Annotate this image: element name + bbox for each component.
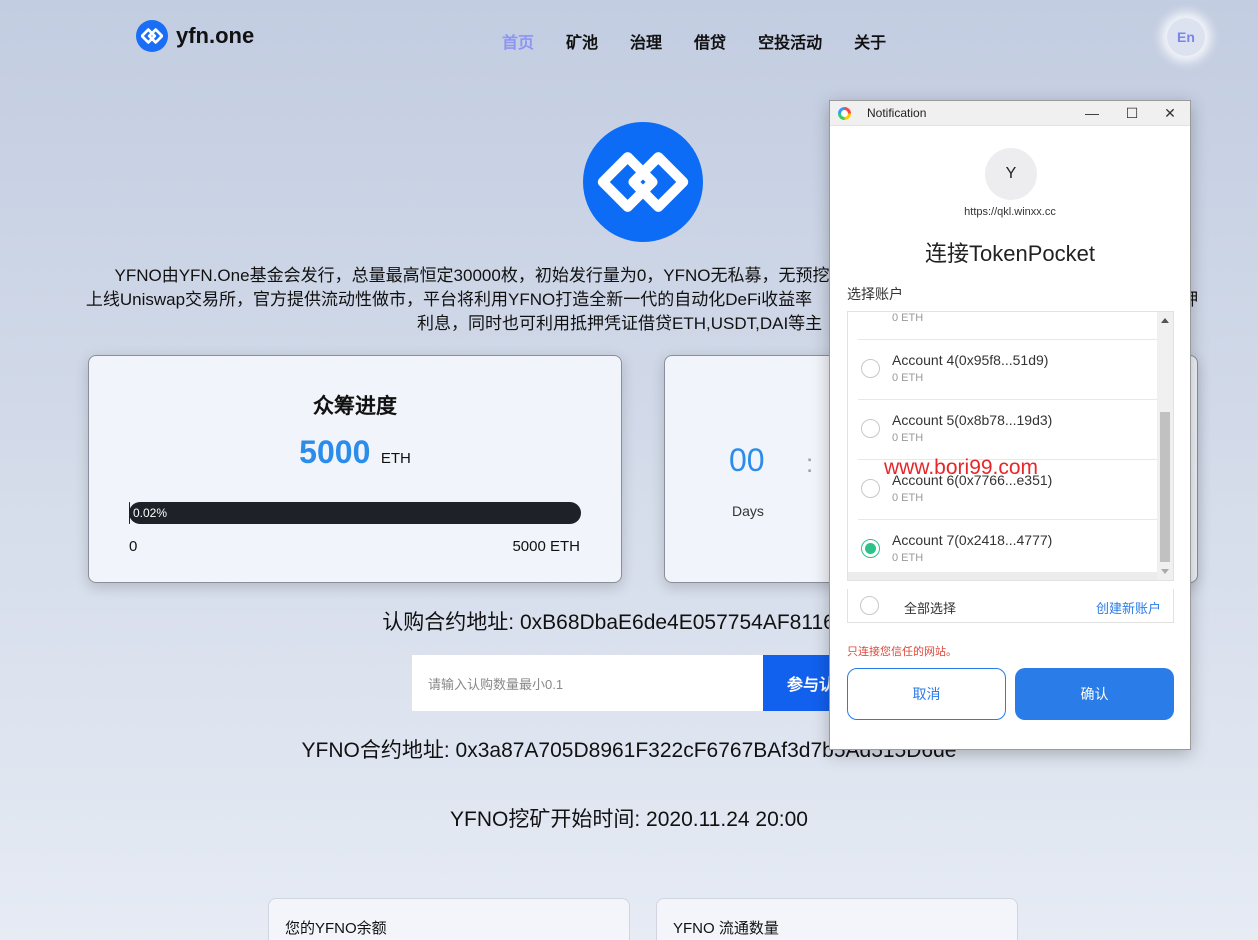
account-item-5[interactable]: Account 5(0x8b78...19d3) 0 ETH bbox=[858, 400, 1158, 460]
scroll-up-icon[interactable] bbox=[1161, 318, 1169, 323]
minimize-icon[interactable]: — bbox=[1077, 103, 1107, 123]
raise-amount: 5000 ETH bbox=[89, 434, 621, 471]
account-item-7[interactable]: Account 7(0x2418...4777) 0 ETH bbox=[858, 520, 1158, 580]
mining-start-time: YFNO挖矿开始时间: 2020.11.24 20:00 bbox=[450, 808, 808, 831]
site-url: https://qkl.winxx.cc bbox=[964, 206, 1056, 218]
raise-amount-value: 5000 bbox=[299, 434, 371, 470]
select-all-label[interactable]: 全部选择 bbox=[904, 598, 956, 617]
site-logo[interactable]: yfn.one bbox=[136, 20, 254, 52]
language-button[interactable]: En bbox=[1167, 18, 1205, 56]
countdown-days-value: 00 bbox=[729, 442, 765, 478]
account-item-4[interactable]: Account 4(0x95f8...51d9) 0 ETH bbox=[858, 340, 1158, 400]
subscribe-amount-input[interactable]: 请输入认购数量最小0.1 bbox=[412, 655, 764, 711]
nav-link-about[interactable]: 关于 bbox=[854, 29, 886, 53]
circulation-card-title: YFNO 流通数量 bbox=[673, 920, 779, 937]
account-balance: 0 ETH bbox=[892, 432, 924, 444]
notification-window: Notification — ☐ ✕ Y https://qkl.winxx.c… bbox=[829, 100, 1191, 750]
intro-line-2: 上线Uniswap交易所，官方提供流动性做市，平台将利用YFNO打造全新一代的自… bbox=[85, 290, 813, 309]
cancel-button[interactable]: 取消 bbox=[847, 668, 1006, 720]
account-name: Account 5(0x8b78...19d3) bbox=[892, 412, 1053, 428]
account-radio-selected[interactable] bbox=[861, 539, 880, 558]
trust-warning: 只连接您信任的网站。 bbox=[847, 646, 957, 658]
account-list[interactable]: 0 ETH Account 4(0x95f8...51d9) 0 ETH Acc… bbox=[847, 311, 1174, 581]
account-radio[interactable] bbox=[861, 359, 880, 378]
balance-card-title: 您的YFNO余额 bbox=[285, 920, 387, 937]
logo-mark-icon bbox=[136, 20, 168, 52]
nav-link-governance[interactable]: 治理 bbox=[630, 29, 662, 53]
close-icon[interactable]: ✕ bbox=[1155, 103, 1185, 123]
scrollbar-thumb[interactable] bbox=[1160, 412, 1170, 562]
intro-line-1: YFNO由YFN.One基金会发行，总量最高恒定30000枚，初始发行量为0，Y… bbox=[114, 266, 830, 285]
window-title: Notification bbox=[867, 106, 927, 120]
select-all-row: 全部选择 创建新账户 bbox=[847, 589, 1174, 623]
raise-range-min: 0 bbox=[129, 538, 138, 555]
account-balance: 0 ETH bbox=[892, 492, 924, 504]
scroll-down-icon[interactable] bbox=[1161, 569, 1169, 574]
raise-progress-bar: 0.02% bbox=[129, 502, 581, 524]
raise-progress-card: 众筹进度 5000 ETH 0.02% 0 5000 ETH bbox=[88, 355, 622, 583]
countdown-days-label: Days bbox=[732, 503, 764, 519]
raise-title: 众筹进度 bbox=[313, 395, 397, 418]
nav-link-airdrop[interactable]: 空投活动 bbox=[758, 29, 822, 53]
connect-title: 连接TokenPocket bbox=[925, 241, 1095, 266]
nav-links: 首页 矿池 治理 借贷 空投活动 关于 bbox=[502, 29, 918, 53]
account-radio[interactable] bbox=[861, 479, 880, 498]
raise-amount-unit: ETH bbox=[380, 450, 411, 467]
raise-range-max: 5000 ETH bbox=[512, 538, 580, 555]
list-footer bbox=[848, 572, 1158, 580]
account-name: Account 7(0x2418...4777) bbox=[892, 532, 1053, 548]
account-balance: 0 ETH bbox=[892, 312, 924, 324]
confirm-button[interactable]: 确认 bbox=[1015, 668, 1174, 720]
intro-line-3: 利息，同时也可利用抵押凭证借贷ETH,USDT,DAI等主 bbox=[417, 314, 823, 333]
top-nav: yfn.one 首页 矿池 治理 借贷 空投活动 关于 En bbox=[0, 0, 1258, 78]
account-list-scrollbar[interactable] bbox=[1157, 312, 1173, 580]
app-icon bbox=[838, 107, 851, 120]
logo-text: yfn.one bbox=[176, 23, 255, 48]
select-account-label: 选择账户 bbox=[847, 286, 903, 302]
account-item-partial[interactable]: 0 ETH bbox=[858, 312, 1158, 340]
nav-link-pool[interactable]: 矿池 bbox=[566, 29, 598, 53]
watermark-text: www.bori99.com bbox=[884, 456, 1039, 479]
account-balance: 0 ETH bbox=[892, 552, 924, 564]
account-radio[interactable] bbox=[861, 419, 880, 438]
account-balance: 0 ETH bbox=[892, 372, 924, 384]
nav-link-lending[interactable]: 借贷 bbox=[694, 29, 726, 53]
site-avatar: Y bbox=[985, 148, 1037, 200]
select-all-radio[interactable] bbox=[860, 596, 879, 615]
hero-logo-icon bbox=[583, 122, 703, 242]
countdown-separator: : bbox=[806, 448, 814, 478]
nav-link-home[interactable]: 首页 bbox=[502, 29, 534, 53]
raise-progress-label: 0.02% bbox=[133, 506, 168, 520]
window-titlebar[interactable]: Notification — ☐ ✕ bbox=[830, 101, 1190, 126]
circulation-card: YFNO 流通数量 bbox=[656, 898, 1018, 940]
account-name: Account 4(0x95f8...51d9) bbox=[892, 352, 1049, 368]
maximize-icon[interactable]: ☐ bbox=[1117, 103, 1147, 123]
balance-card: 您的YFNO余额 bbox=[268, 898, 630, 940]
create-account-link[interactable]: 创建新账户 bbox=[1096, 598, 1161, 617]
